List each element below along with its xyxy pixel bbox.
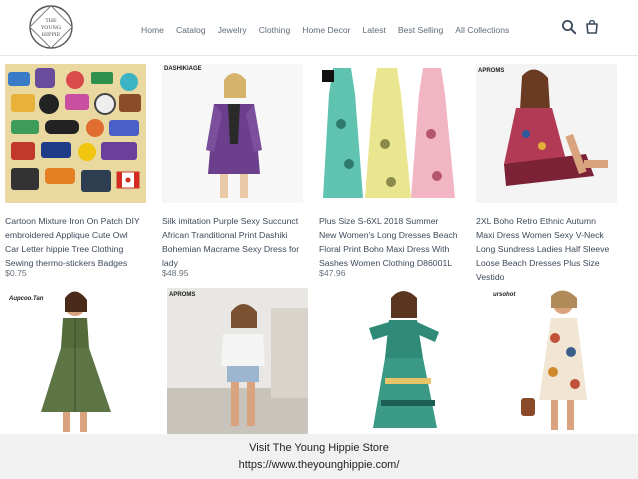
product-image[interactable] (329, 288, 470, 434)
store-logo[interactable]: THE YOUNG HIPPIE (28, 4, 74, 50)
product-title[interactable]: Cartoon Mixture Iron On Patch DIY embroi… (5, 214, 153, 270)
logo-text-line1: THE (45, 18, 57, 24)
product-image[interactable] (167, 288, 308, 434)
brand-watermark: ursohot (493, 292, 516, 298)
product-price: $47.96 (319, 268, 346, 278)
product-price: $0.75 (5, 268, 27, 278)
product-image[interactable] (491, 288, 632, 434)
banner-url[interactable]: https://www.theyounghippie.com/ (0, 459, 638, 471)
product-title[interactable]: 2XL Boho Retro Ethnic Autumn Maxi Dress … (476, 214, 624, 284)
search-icon[interactable] (561, 19, 577, 35)
nav-best-selling[interactable]: Best Selling (398, 25, 443, 35)
store-promo-banner: Visit The Young Hippie Store https://www… (0, 434, 638, 479)
main-nav: Home Catalog Jewelry Clothing Home Decor… (141, 25, 521, 35)
brand-watermark: Aupcoo.Tan (9, 296, 44, 302)
product-image[interactable] (319, 64, 460, 203)
product-image[interactable] (162, 64, 303, 203)
brand-watermark: APROMS (169, 292, 196, 298)
site-header: THE YOUNG HIPPIE Home Catalog Jewelry Cl… (0, 0, 638, 56)
nav-latest[interactable]: Latest (362, 25, 385, 35)
logo-text-line2: YOUNG (40, 25, 61, 31)
logo-text-line3: HIPPIE (42, 32, 61, 38)
product-price: $48.95 (162, 268, 189, 278)
product-title[interactable]: Plus Size S-6XL 2018 Summer New Women's … (319, 214, 467, 270)
cart-icon[interactable] (584, 19, 600, 35)
product-image[interactable] (476, 64, 617, 203)
banner-headline: Visit The Young Hippie Store (249, 442, 389, 454)
nav-clothing[interactable]: Clothing (259, 25, 291, 35)
nav-catalog[interactable]: Catalog (176, 25, 206, 35)
product-image[interactable] (5, 64, 146, 203)
nav-home[interactable]: Home (141, 25, 164, 35)
nav-all-collections[interactable]: All Collections (455, 25, 509, 35)
product-title[interactable]: Silk imitation Purple Sexy Succunct Afri… (162, 214, 310, 270)
product-image[interactable] (5, 288, 146, 434)
brand-watermark: APROMS (478, 68, 505, 74)
nav-home-decor[interactable]: Home Decor (302, 25, 350, 35)
brand-watermark: DASHIKIAGE (164, 66, 202, 72)
nav-jewelry[interactable]: Jewelry (218, 25, 247, 35)
